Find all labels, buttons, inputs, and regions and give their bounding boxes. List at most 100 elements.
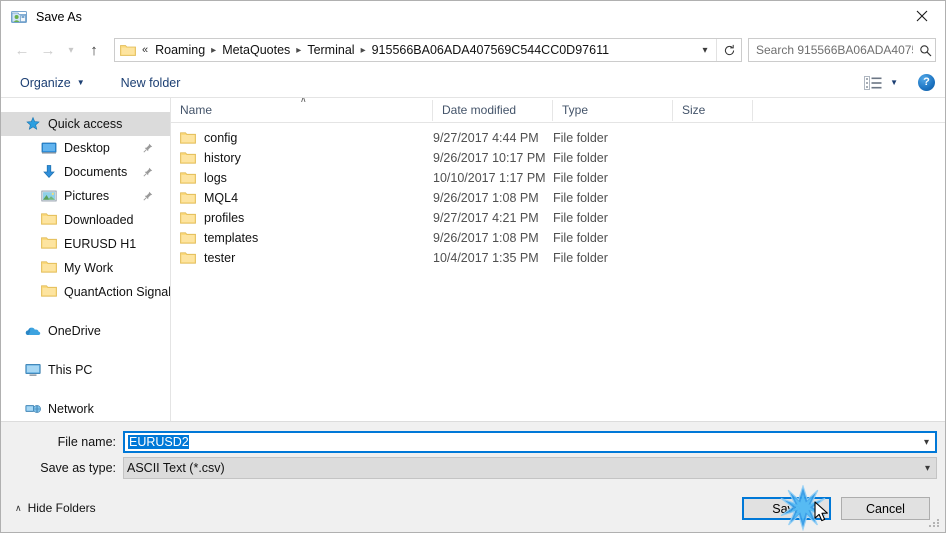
breadcrumb-item-roaming[interactable]: Roaming bbox=[151, 42, 209, 58]
sidebar-item-label: OneDrive bbox=[48, 324, 101, 338]
back-button[interactable]: ← bbox=[9, 37, 35, 63]
hide-folders-button[interactable]: ∧ Hide Folders bbox=[15, 501, 96, 515]
chevron-down-icon[interactable]: ▾ bbox=[919, 463, 936, 474]
help-icon[interactable]: ? bbox=[918, 74, 935, 91]
save-as-type-row: Save as type: ASCII Text (*.csv) ▾ bbox=[1, 457, 945, 479]
sidebar-item-eurusd-h1[interactable]: EURUSD H1 bbox=[1, 232, 170, 256]
column-header-date-modified[interactable]: Date modified bbox=[433, 99, 553, 121]
search-input[interactable] bbox=[749, 43, 915, 57]
folder-icon bbox=[180, 191, 196, 205]
table-row[interactable]: history 9/26/2017 10:17 PM File folder bbox=[171, 148, 945, 168]
save-button[interactable]: Save bbox=[742, 497, 831, 520]
sidebar-item-label: Quick access bbox=[48, 117, 123, 131]
star-pin-icon bbox=[25, 116, 41, 132]
view-layout-icon[interactable] bbox=[864, 75, 882, 90]
chevron-down-icon: ▼ bbox=[76, 78, 85, 87]
folder-icon bbox=[41, 284, 57, 300]
sidebar-item-desktop[interactable]: Desktop bbox=[1, 136, 170, 160]
pin-icon[interactable] bbox=[143, 191, 153, 201]
recent-locations-button[interactable]: ▾ bbox=[61, 37, 81, 63]
table-row[interactable]: tester 10/4/2017 1:35 PM File folder bbox=[171, 248, 945, 268]
sidebar-item-pictures[interactable]: Pictures bbox=[1, 184, 170, 208]
address-dropdown-button[interactable]: ▾ bbox=[694, 39, 716, 61]
pin-icon[interactable] bbox=[143, 167, 153, 177]
up-arrow-icon: ↑ bbox=[90, 41, 98, 59]
pictures-icon bbox=[41, 188, 57, 204]
file-name-cell: history bbox=[171, 151, 433, 165]
hide-folders-label: Hide Folders bbox=[27, 501, 96, 515]
window-title: Save As bbox=[36, 9, 82, 24]
save-as-type-select[interactable]: ASCII Text (*.csv) ▾ bbox=[123, 457, 937, 479]
pin-icon[interactable] bbox=[143, 143, 153, 153]
breadcrumb-separator-icon[interactable]: ▸ bbox=[209, 45, 218, 56]
sidebar-item-quantaction-signal[interactable]: QuantAction Signal bbox=[1, 280, 170, 304]
breadcrumb-separator-icon[interactable]: ▸ bbox=[359, 45, 368, 56]
column-header-type[interactable]: Type bbox=[553, 99, 673, 121]
up-button[interactable]: ↑ bbox=[81, 37, 107, 63]
file-type-cell: File folder bbox=[553, 131, 608, 145]
file-type-cell: File folder bbox=[553, 231, 608, 245]
file-list-pane: ∧ Name Date modified Type Size config 9/… bbox=[171, 98, 945, 421]
file-name-label: config bbox=[204, 131, 238, 145]
refresh-icon bbox=[724, 44, 734, 55]
folder-icon bbox=[180, 151, 196, 165]
breadcrumb-item-metaquotes[interactable]: MetaQuotes bbox=[218, 42, 294, 58]
column-header-size[interactable]: Size bbox=[673, 99, 753, 121]
file-list: config 9/27/2017 4:44 PM File folder his… bbox=[171, 123, 945, 268]
forward-button[interactable]: → bbox=[35, 37, 61, 63]
sidebar-item-downloaded[interactable]: Downloaded bbox=[1, 208, 170, 232]
sidebar-item-onedrive[interactable]: OneDrive bbox=[1, 319, 170, 343]
folder-icon bbox=[41, 236, 57, 252]
sidebar-item-label: Documents bbox=[64, 165, 128, 179]
file-name-label: history bbox=[204, 151, 241, 165]
navigation-pane: Quick access Desktop Documents Pictures … bbox=[1, 98, 171, 421]
address-bar[interactable]: « Roaming ▸ MetaQuotes ▸ Terminal ▸ 9155… bbox=[114, 38, 742, 62]
sidebar-item-my-work[interactable]: My Work bbox=[1, 256, 170, 280]
folder-icon bbox=[180, 171, 196, 185]
breadcrumb-overflow[interactable]: « bbox=[140, 44, 151, 56]
folder-icon bbox=[180, 131, 196, 145]
file-date-cell: 9/26/2017 1:08 PM bbox=[433, 231, 539, 245]
file-name-input[interactable]: EURUSD2 ▾ bbox=[123, 431, 937, 453]
cancel-button-label: Cancel bbox=[866, 501, 905, 516]
breadcrumb-item-terminal-id[interactable]: 915566BA06ADA407569C544CC0D97611 bbox=[368, 42, 613, 58]
file-date-cell: 9/27/2017 4:44 PM bbox=[433, 131, 539, 145]
breadcrumb-item-terminal[interactable]: Terminal bbox=[303, 42, 358, 58]
file-date-cell: 9/26/2017 10:17 PM bbox=[433, 151, 546, 165]
chevron-down-icon[interactable]: ▾ bbox=[918, 437, 935, 448]
refresh-button[interactable] bbox=[716, 39, 741, 61]
sidebar-item-documents[interactable]: Documents bbox=[1, 160, 170, 184]
folder-icon bbox=[180, 231, 196, 245]
table-row[interactable]: templates 9/26/2017 1:08 PM File folder bbox=[171, 228, 945, 248]
view-options-chevron-icon[interactable]: ▼ bbox=[890, 78, 898, 87]
search-icon[interactable] bbox=[915, 44, 935, 57]
cancel-button[interactable]: Cancel bbox=[841, 497, 930, 520]
table-row[interactable]: config 9/27/2017 4:44 PM File folder bbox=[171, 128, 945, 148]
file-date-cell: 10/10/2017 1:17 PM bbox=[433, 171, 546, 185]
table-row[interactable]: MQL4 9/26/2017 1:08 PM File folder bbox=[171, 188, 945, 208]
file-name-label: templates bbox=[204, 231, 259, 245]
table-row[interactable]: profiles 9/27/2017 4:21 PM File folder bbox=[171, 208, 945, 228]
folder-icon bbox=[180, 211, 196, 225]
sidebar-item-network[interactable]: Network bbox=[1, 397, 170, 421]
file-name-cell: logs bbox=[171, 171, 433, 185]
desktop-icon bbox=[41, 140, 57, 156]
search-box[interactable] bbox=[748, 38, 936, 62]
table-row[interactable]: logs 10/10/2017 1:17 PM File folder bbox=[171, 168, 945, 188]
file-type-cell: File folder bbox=[553, 191, 608, 205]
save-form: File name: EURUSD2 ▾ Save as type: ASCII… bbox=[1, 421, 945, 486]
sidebar-item-this-pc[interactable]: This PC bbox=[1, 358, 170, 382]
resize-grip-icon[interactable] bbox=[929, 517, 941, 529]
file-name-label: logs bbox=[204, 171, 227, 185]
back-arrow-icon: ← bbox=[14, 41, 30, 59]
file-name-selected-text: EURUSD2 bbox=[128, 435, 189, 449]
close-button[interactable] bbox=[899, 1, 945, 31]
organize-button[interactable]: Organize ▼ bbox=[13, 73, 92, 93]
sidebar-item-quick-access[interactable]: Quick access bbox=[1, 112, 170, 136]
new-folder-label: New folder bbox=[120, 75, 181, 90]
sort-ascending-icon: ∧ bbox=[300, 98, 307, 104]
breadcrumb-separator-icon[interactable]: ▸ bbox=[294, 45, 303, 56]
new-folder-button[interactable]: New folder bbox=[114, 73, 188, 93]
sidebar-item-label: EURUSD H1 bbox=[64, 237, 137, 251]
folder-icon bbox=[180, 251, 196, 265]
